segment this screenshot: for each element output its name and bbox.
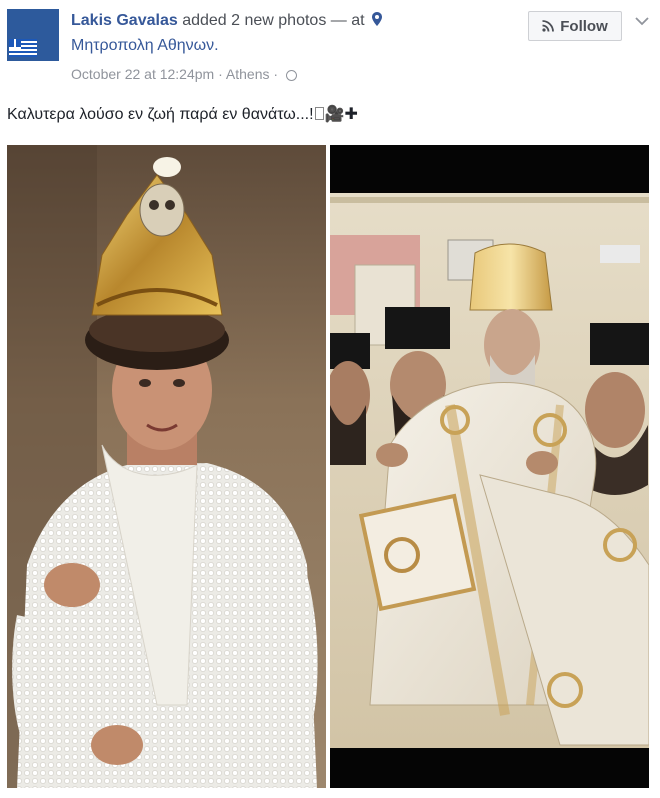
photo-right-image [330,145,649,788]
photo-right[interactable] [330,145,649,788]
missing-glyph-icon [314,107,324,120]
post-text: Καλυτερα λούσο εν ζωή παρά εν θανάτω...!… [7,106,358,123]
location-link[interactable]: Μητροπολη Αθηνων. [71,37,219,55]
photo-left[interactable] [7,145,326,788]
follow-button[interactable]: Follow [528,11,622,41]
place-link[interactable]: Athens [226,66,270,82]
emoji-text: 🎥✚ [324,106,358,123]
author-link[interactable]: Lakis Gavalas [71,12,178,29]
globe-icon[interactable] [285,70,297,81]
post-title: Lakis Gavalas added 2 new photos — at [71,12,383,30]
timestamp[interactable]: October 22 at 12:24pm [71,66,214,82]
photo-left-image [7,145,326,788]
post-header: Lakis Gavalas added 2 new photos — at Μη… [0,0,660,95]
chevron-down-icon[interactable] [634,14,650,28]
follow-label: Follow [560,17,608,35]
post-meta: October 22 at 12:24pm · Athens · [71,66,297,82]
map-pin-icon [372,12,383,26]
post-action-text: added 2 new photos — at [182,12,365,29]
rss-icon [542,20,555,32]
avatar[interactable] [7,9,59,61]
